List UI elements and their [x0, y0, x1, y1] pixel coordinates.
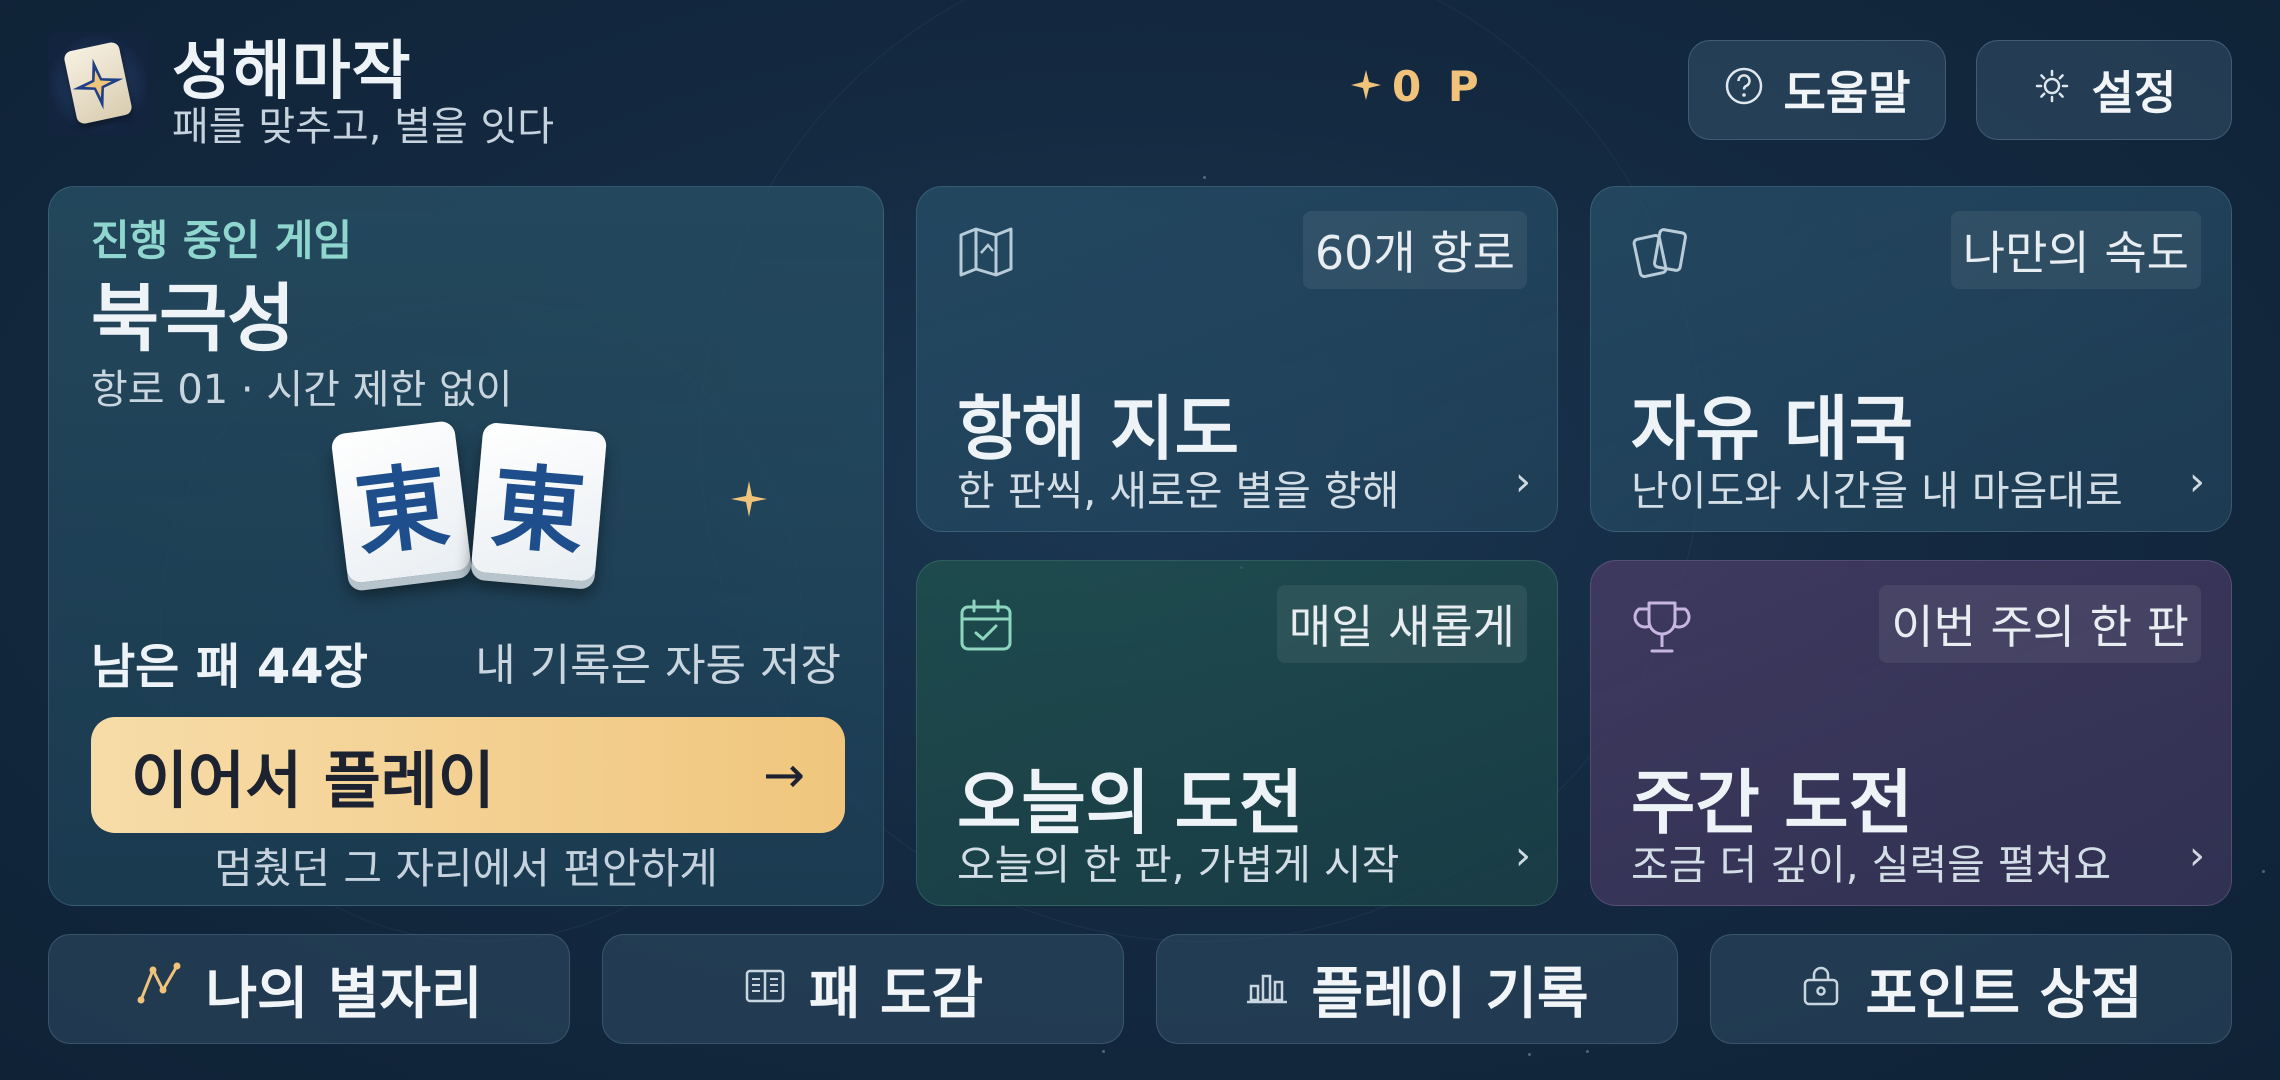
mode-description: 한 판씩, 새로운 별을 향해: [957, 467, 1400, 515]
app-logo: [48, 32, 148, 136]
gear-icon: [2032, 63, 2072, 117]
mode-badge: 이번 주의 한 판: [1879, 585, 2201, 663]
nav-tile-encyclopedia[interactable]: 패 도감: [602, 934, 1124, 1044]
question-circle-icon: [1724, 63, 1764, 117]
mode-badge: 나만의 속도: [1950, 211, 2201, 289]
constellation-icon: [135, 957, 183, 1022]
nav-my-constellation[interactable]: 나의 별자리: [48, 934, 570, 1044]
mode-card-free-play[interactable]: 나만의 속도 자유 대국 난이도와 시간을 내 마음대로 ›: [1590, 186, 2232, 532]
continue-hint: 멈췄던 그 자리에서 편안하게: [214, 844, 718, 893]
calendar-check-icon: [957, 597, 1015, 659]
mode-card-voyage-map[interactable]: 60개 항로 항해 지도 한 판씩, 새로운 별을 향해 ›: [916, 186, 1558, 532]
current-route-subtitle: 항로 01 · 시간 제한 없이: [91, 367, 513, 413]
continue-play-button[interactable]: 이어서 플레이 →: [91, 717, 845, 833]
help-label: 도움말: [1783, 66, 1911, 120]
chevron-right-icon: ›: [2189, 833, 2205, 879]
chevron-right-icon: ›: [1515, 459, 1531, 505]
autosave-note: 내 기록은 자동 저장: [475, 640, 841, 691]
settings-label: 설정: [2091, 66, 2177, 120]
points-value: 0 P: [1392, 62, 1485, 111]
mode-card-weekly-challenge[interactable]: 이번 주의 한 판 주간 도전 조금 더 깊이, 실력을 펼쳐요 ›: [1590, 560, 2232, 906]
background-star: [1203, 176, 1206, 179]
cards-icon: [1631, 223, 1693, 289]
app-subtitle: 패를 맞추고, 별을 잇다: [172, 104, 555, 150]
background-star: [2262, 870, 2265, 873]
nav-label: 패 도감: [808, 961, 984, 1027]
mode-description: 오늘의 한 판, 가볍게 시작: [957, 841, 1400, 889]
background-star: [1586, 1050, 1589, 1053]
points-display: 0 P: [1350, 62, 1485, 111]
chevron-right-icon: ›: [1515, 833, 1531, 879]
current-route-title: 북극성: [91, 276, 296, 362]
mode-card-daily-challenge[interactable]: 매일 새롭게 오늘의 도전 오늘의 한 판, 가볍게 시작 ›: [916, 560, 1558, 906]
map-icon: [957, 223, 1015, 285]
trophy-icon: [1631, 597, 1693, 663]
chevron-right-icon: ›: [2189, 459, 2205, 505]
continue-play-label: 이어서 플레이: [131, 744, 495, 817]
arrow-right-icon: →: [763, 746, 805, 804]
continue-game-card[interactable]: 진행 중인 게임 북극성 항로 01 · 시간 제한 없이 東 東 남은 패 4…: [48, 186, 884, 906]
nav-label: 포인트 상점: [1865, 961, 2143, 1027]
mahjong-tile: 東: [470, 421, 608, 583]
remaining-tiles: 남은 패 44장: [91, 639, 368, 695]
mode-badge: 매일 새롭게: [1276, 585, 1527, 663]
mode-badge: 60개 항로: [1302, 211, 1527, 289]
nav-label: 플레이 기록: [1311, 961, 1589, 1027]
mode-description: 조금 더 깊이, 실력을 펼쳐요: [1631, 841, 2112, 889]
nav-play-history[interactable]: 플레이 기록: [1156, 934, 1678, 1044]
mahjong-tile: 東: [330, 420, 472, 584]
nav-label: 나의 별자리: [205, 961, 483, 1027]
settings-button[interactable]: 설정: [1976, 40, 2232, 140]
help-button[interactable]: 도움말: [1688, 40, 1946, 140]
sparkle-icon: [729, 479, 769, 523]
sparkle-icon: [1350, 62, 1382, 111]
background-star: [1102, 1050, 1105, 1053]
background-star: [1528, 1053, 1531, 1056]
book-icon: [743, 957, 787, 1022]
mode-description: 난이도와 시간을 내 마음대로: [1631, 467, 2123, 515]
bar-chart-icon: [1245, 957, 1289, 1022]
shop-bag-icon: [1799, 957, 1843, 1022]
nav-point-shop[interactable]: 포인트 상점: [1710, 934, 2232, 1044]
